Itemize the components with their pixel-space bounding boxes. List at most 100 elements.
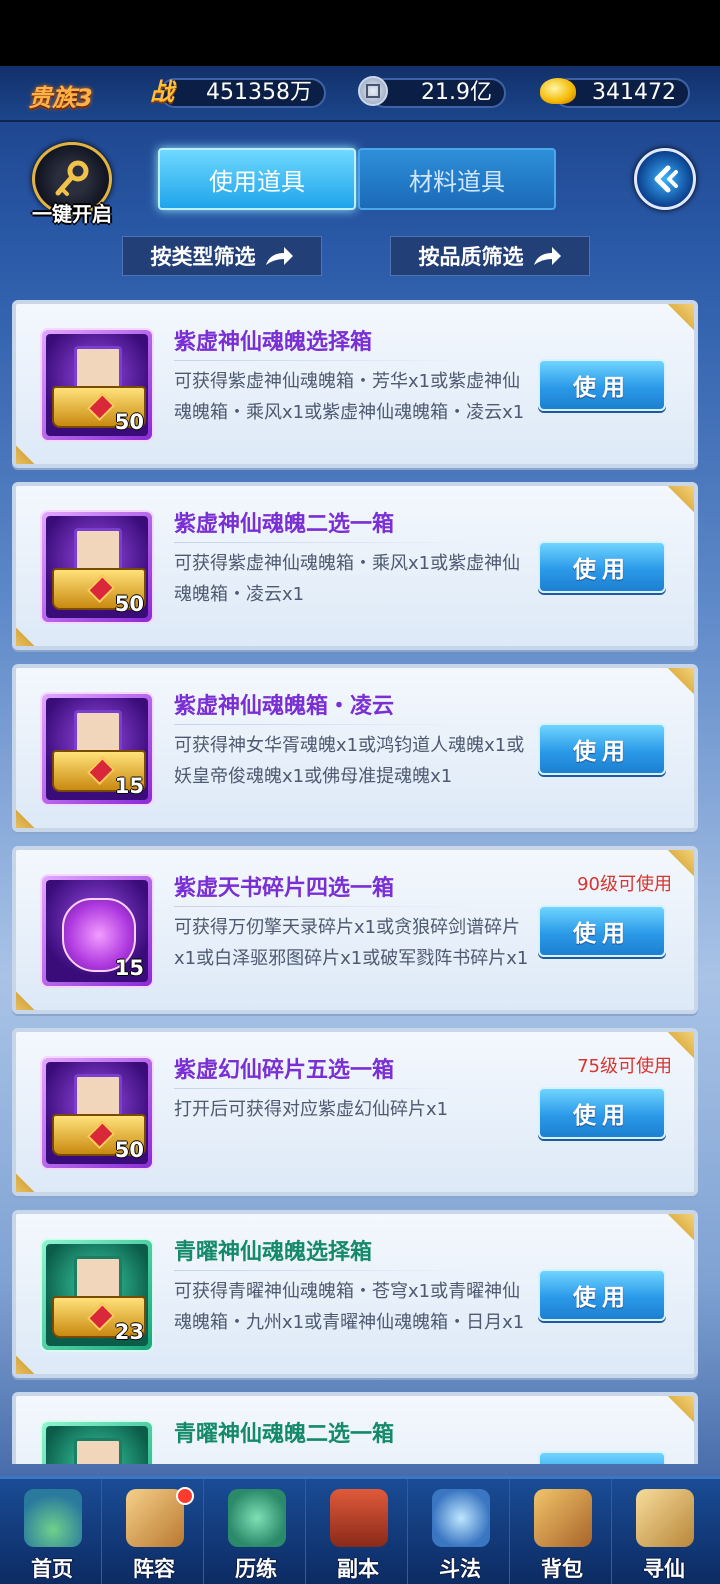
- item-count: 50: [114, 410, 144, 434]
- back-button[interactable]: [634, 148, 696, 210]
- corner-ornament: [16, 624, 46, 646]
- use-button[interactable]: 使用: [538, 1451, 666, 1464]
- filter-by-quality-button[interactable]: 按品质筛选: [390, 236, 590, 276]
- nav-label: 副本: [337, 1557, 379, 1581]
- corner-ornament: [650, 1214, 694, 1244]
- power-icon: 战: [150, 77, 174, 106]
- nav-label: 历练: [235, 1557, 277, 1581]
- item-count: 15: [114, 956, 144, 980]
- nav-battle[interactable]: 斗法: [410, 1479, 510, 1584]
- item-icon[interactable]: 15: [40, 692, 154, 806]
- nav-backpack[interactable]: 背包: [512, 1479, 612, 1584]
- list-item: 50 紫虚幻仙碎片五选一箱 75级可使用 打开后可获得对应紫虚幻仙碎片x1 使用: [12, 1028, 698, 1196]
- battle-icon: [432, 1489, 490, 1547]
- item-description: 可获得青曜神仙魂魄箱・苍穹x1或青曜神仙魂魄箱・九州x1或青曜神仙魂魄箱・日月x…: [174, 1281, 525, 1333]
- silver-value[interactable]: 21.9亿: [370, 78, 506, 108]
- item-count: 23: [114, 1320, 144, 1344]
- power-value: 451358万: [160, 78, 326, 108]
- item-description: 可获得紫虚神仙魂魄箱・芳华x1或紫虚神仙魂魄箱・乘风x1或紫虚神仙魂魄箱・凌云x…: [174, 371, 525, 423]
- divider: [174, 1088, 474, 1089]
- filter-by-type-button[interactable]: 按类型筛选: [122, 236, 322, 276]
- backpack-icon: [534, 1489, 592, 1547]
- item-count: 15: [114, 774, 144, 798]
- arrow-icon: [533, 247, 561, 265]
- use-button[interactable]: 使用: [538, 905, 666, 957]
- list-item: 15 紫虚天书碎片四选一箱 90级可使用 可获得万仞擎天录碎片x1或贪狼碎剑谱碎…: [12, 846, 698, 1014]
- use-button[interactable]: 使用: [538, 1269, 666, 1321]
- resource-bar: 贵族3 451358万 战 21.9亿 341472: [0, 66, 720, 122]
- corner-ornament: [650, 1396, 694, 1426]
- home-icon: [24, 1489, 82, 1547]
- silver-coin-icon: [358, 76, 388, 106]
- divider: [174, 1270, 474, 1271]
- list-item: 15 紫虚神仙魂魄箱・凌云 可获得神女华胥魂魄x1或鸿钧道人魂魄x1或妖皇帝俊魂…: [12, 664, 698, 832]
- item-count: 50: [114, 592, 144, 616]
- level-requirement: 75级可使用: [577, 1056, 672, 1077]
- divider: [174, 542, 474, 543]
- item-icon[interactable]: 15: [40, 874, 154, 988]
- list-item: 青曜神仙魂魄二选一箱 使用: [12, 1392, 698, 1464]
- item-description: 可获得紫虚神仙魂魄箱・乘风x1或紫虚神仙魂魄箱・凌云x1: [174, 553, 521, 605]
- item-count: 50: [114, 1138, 144, 1162]
- use-button[interactable]: 使用: [538, 359, 666, 411]
- nav-seek-immortal[interactable]: 寻仙: [614, 1479, 714, 1584]
- notification-dot: [176, 1487, 194, 1505]
- noble-level-label[interactable]: 贵族3: [28, 78, 93, 113]
- item-icon[interactable]: 50: [40, 328, 154, 442]
- item-icon[interactable]: [40, 1420, 154, 1464]
- filter-by-type-label: 按类型筛选: [150, 245, 256, 269]
- corner-ornament: [650, 668, 694, 698]
- list-item: 23 青曜神仙魂魄选择箱 可获得青曜神仙魂魄箱・苍穹x1或青曜神仙魂魄箱・九州x…: [12, 1210, 698, 1378]
- status-bar: [0, 0, 720, 66]
- corner-ornament: [650, 304, 694, 334]
- training-icon: [228, 1489, 286, 1547]
- seek-immortal-icon: [636, 1489, 694, 1547]
- use-button[interactable]: 使用: [538, 1087, 666, 1139]
- one-click-open-label: 一键开启: [32, 202, 112, 226]
- item-name: 紫虚神仙魂魄选择箱: [174, 330, 373, 355]
- item-description: 可获得万仞擎天录碎片x1或贪狼碎剑谱碎片x1或白泽驱邪图碎片x1或破军戮阵书碎片…: [174, 917, 529, 969]
- list-item: 50 紫虚神仙魂魄选择箱 可获得紫虚神仙魂魄箱・芳华x1或紫虚神仙魂魄箱・乘风x…: [12, 300, 698, 468]
- nav-label: 寻仙: [643, 1557, 685, 1581]
- nav-label: 背包: [541, 1557, 583, 1581]
- item-icon[interactable]: 50: [40, 1056, 154, 1170]
- game-screen: 贵族3 451358万 战 21.9亿 341472 一键开启 使用道具 材料道…: [0, 66, 720, 1584]
- filter-by-quality-label: 按品质筛选: [418, 245, 524, 269]
- character-portrait: [74, 1438, 122, 1464]
- divider: [174, 906, 474, 907]
- back-arrow-icon: [654, 165, 678, 193]
- nav-training[interactable]: 历练: [206, 1479, 306, 1584]
- dungeon-icon: [330, 1489, 388, 1547]
- item-name: 紫虚天书碎片四选一箱: [174, 876, 395, 901]
- nav-label: 斗法: [439, 1557, 481, 1581]
- item-name: 青曜神仙魂魄二选一箱: [174, 1422, 395, 1447]
- nav-lineup[interactable]: 阵容: [104, 1479, 204, 1584]
- item-icon[interactable]: 50: [40, 510, 154, 624]
- use-button[interactable]: 使用: [538, 541, 666, 593]
- use-button[interactable]: 使用: [538, 723, 666, 775]
- item-description: 打开后可获得对应紫虚幻仙碎片x1: [174, 1099, 449, 1120]
- corner-ornament: [16, 1352, 46, 1374]
- item-name: 紫虚神仙魂魄二选一箱: [174, 512, 395, 537]
- level-requirement: 90级可使用: [577, 874, 672, 895]
- divider: [174, 360, 474, 361]
- tab-material-items[interactable]: 材料道具: [358, 148, 556, 210]
- item-description: 可获得神女华胥魂魄x1或鸿钧道人魂魄x1或妖皇帝俊魂魄x1或佛母准提魂魄x1: [174, 735, 525, 787]
- item-icon[interactable]: 23: [40, 1238, 154, 1352]
- item-name: 紫虚幻仙碎片五选一箱: [174, 1058, 395, 1083]
- corner-ornament: [16, 442, 46, 464]
- nav-dungeon[interactable]: 副本: [308, 1479, 408, 1584]
- corner-ornament: [16, 806, 46, 828]
- nav-label: 首页: [31, 1557, 73, 1581]
- corner-ornament: [16, 988, 46, 1010]
- divider: [174, 724, 474, 725]
- nav-home[interactable]: 首页: [2, 1479, 102, 1584]
- item-name: 青曜神仙魂魄选择箱: [174, 1240, 373, 1265]
- list-item: 50 紫虚神仙魂魄二选一箱 可获得紫虚神仙魂魄箱・乘风x1或紫虚神仙魂魄箱・凌云…: [12, 482, 698, 650]
- arrow-icon: [265, 247, 293, 265]
- tab-use-items[interactable]: 使用道具: [158, 148, 356, 210]
- gold-ingot-icon: [540, 78, 576, 104]
- one-click-open-button[interactable]: 一键开启: [22, 142, 122, 226]
- item-list[interactable]: 50 紫虚神仙魂魄选择箱 可获得紫虚神仙魂魄箱・芳华x1或紫虚神仙魂魄箱・乘风x…: [0, 300, 720, 1464]
- bottom-nav: 首页 阵容 历练 副本 斗法 背包 寻仙: [0, 1476, 720, 1584]
